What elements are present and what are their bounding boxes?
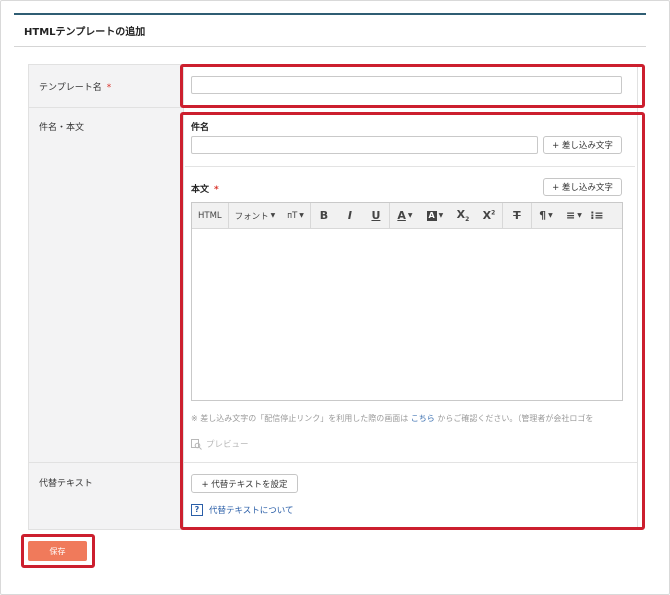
- align-left-icon: ≡: [566, 209, 576, 222]
- html-mode-button[interactable]: HTML: [192, 203, 229, 228]
- title-divider: [14, 46, 646, 47]
- chevron-down-icon: ▼: [299, 212, 304, 219]
- font-family-label: フォント: [234, 211, 269, 222]
- rich-text-editor[interactable]: HTML フォント ▼ ᴨT ▼ B I U A ▼ A ▼ X2 X2 T ¶ ▼ ≡ ▼…: [191, 202, 623, 401]
- font-size-dropdown[interactable]: ᴨT ▼: [281, 203, 311, 228]
- header-accent-line: [14, 13, 646, 15]
- underline-icon: U: [371, 209, 381, 222]
- alt-text-set-button[interactable]: + 代替テキストを設定: [191, 474, 298, 493]
- alt-text-label: 代替テキスト: [39, 479, 93, 489]
- help-icon: ?: [191, 504, 203, 516]
- subject-label: 件名: [191, 123, 210, 133]
- save-button[interactable]: 保存: [28, 541, 87, 561]
- preview-label: プレビュー: [206, 440, 249, 450]
- italic-button[interactable]: I: [337, 203, 363, 228]
- note-suffix: からご確認ください。（管理者が会社ロゴを: [434, 414, 594, 423]
- superscript-icon: X2: [482, 209, 496, 222]
- text-color-button[interactable]: A ▼: [390, 203, 420, 228]
- preview-icon: [191, 438, 202, 450]
- chevron-down-icon: ▼: [407, 212, 413, 219]
- body-label-text: 本文: [191, 185, 210, 195]
- alt-text-help-link[interactable]: ? 代替テキストについて: [191, 504, 294, 516]
- italic-icon: I: [347, 209, 352, 222]
- subject-body-label: 件名・本文: [39, 123, 85, 133]
- clear-format-button[interactable]: T: [503, 203, 531, 228]
- preview-button[interactable]: プレビュー: [191, 438, 249, 450]
- template-name-label-text: テンプレート名: [39, 83, 102, 93]
- list-button[interactable]: ⁝≡: [588, 203, 606, 228]
- body-label: 本文 *: [191, 182, 219, 195]
- alt-text-help-label: 代替テキストについて: [209, 506, 294, 516]
- list-icon: ⁝≡: [590, 209, 604, 222]
- clear-format-icon: T: [513, 209, 521, 222]
- font-family-dropdown[interactable]: フォント ▼: [229, 203, 282, 228]
- editor-toolbar: HTML フォント ▼ ᴨT ▼ B I U A ▼ A ▼ X2 X2 T ¶ ▼ ≡ ▼…: [192, 203, 622, 229]
- template-name-label: テンプレート名 *: [39, 80, 111, 93]
- chevron-down-icon: ▼: [548, 212, 553, 219]
- subject-insert-button[interactable]: + 差し込み文字: [543, 136, 622, 154]
- underline-button[interactable]: U: [363, 203, 389, 228]
- background-color-button[interactable]: A ▼: [420, 203, 450, 228]
- paragraph-button[interactable]: ¶ ▼: [532, 203, 560, 228]
- bold-icon: B: [319, 209, 329, 222]
- align-button[interactable]: ≡ ▼: [560, 203, 588, 228]
- font-size-icon: ᴨT: [287, 210, 298, 221]
- note-link[interactable]: こちら: [411, 414, 435, 423]
- unsubscribe-note: ※ 差し込み文字の「配信停止リンク」を利用した際の画面は こちら からご確認くだ…: [191, 413, 635, 424]
- inner-divider: [185, 462, 635, 463]
- required-mark: *: [214, 185, 219, 195]
- subscript-button[interactable]: X2: [450, 203, 476, 228]
- bold-button[interactable]: B: [311, 203, 337, 228]
- inner-divider: [185, 166, 635, 167]
- page-title: HTMLテンプレートの追加: [24, 27, 146, 38]
- required-mark: *: [106, 83, 112, 93]
- superscript-button[interactable]: X2: [476, 203, 502, 228]
- text-color-icon: A: [397, 209, 406, 222]
- row-divider: [29, 107, 637, 108]
- highlight-icon: A: [426, 210, 437, 221]
- note-prefix: ※ 差し込み文字の「配信停止リンク」を利用した際の画面は: [191, 414, 411, 423]
- subscript-icon: X2: [456, 207, 470, 224]
- pilcrow-icon: ¶: [539, 209, 547, 222]
- subject-input[interactable]: [191, 136, 538, 154]
- body-insert-button[interactable]: + 差し込み文字: [543, 178, 622, 196]
- chevron-down-icon: ▼: [438, 212, 444, 219]
- label-column: [29, 65, 184, 529]
- template-name-input[interactable]: [191, 76, 622, 94]
- chevron-down-icon: ▼: [577, 212, 582, 219]
- chevron-down-icon: ▼: [270, 212, 276, 219]
